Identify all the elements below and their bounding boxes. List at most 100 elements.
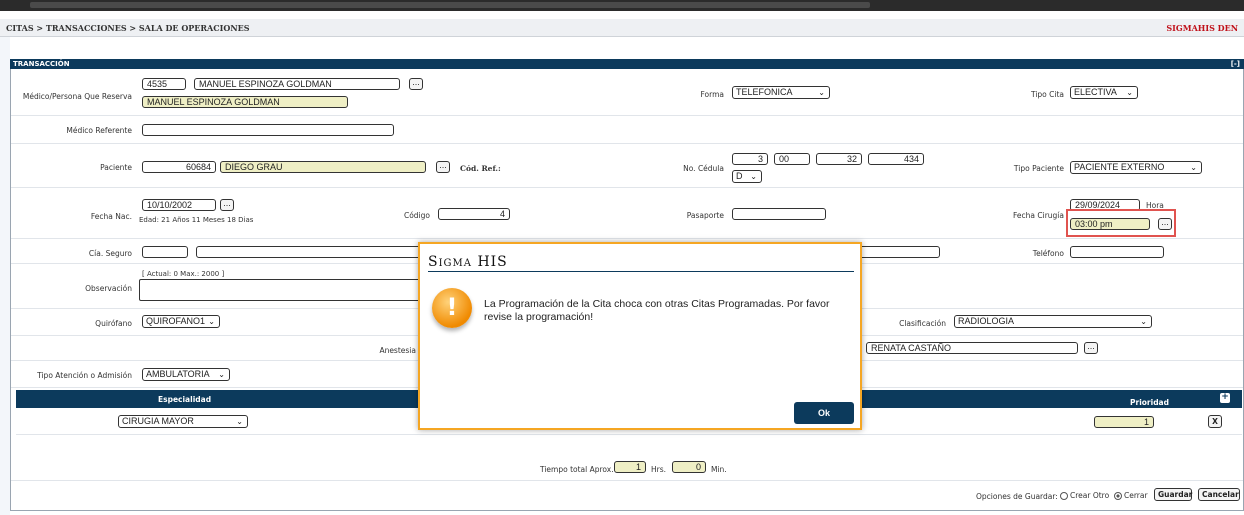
add-row-button[interactable]: + [1220,393,1230,403]
telefono-label: Teléfono [1032,249,1064,258]
medico-label: Médico/Persona Que Reserva [22,92,132,101]
dialog-divider [428,271,854,272]
fecha-nac-input[interactable]: 10/10/2002 [142,199,216,211]
opciones-label: Opciones de Guardar: [976,492,1058,501]
left-gutter [0,37,10,515]
panel-header: TRANSACCIÓN [-] [10,59,1244,69]
cedula-tomo-input[interactable]: 32 [816,153,862,165]
tiempo-label: Tiempo total Aprox. [540,465,614,474]
ok-button[interactable]: Ok [794,402,854,424]
clasificacion-select[interactable]: RADIOLOGIA ⌄ [954,315,1152,328]
hrs-label: Hrs. [651,465,667,474]
codigo-input[interactable]: 4 [438,208,510,220]
pasaporte-label: Pasaporte [686,211,724,220]
panel-title: TRANSACCIÓN [13,60,70,68]
especialidad-value: CIRUGIA MAYOR [122,416,194,426]
tipo-paciente-label: Tipo Paciente [1013,164,1064,173]
medico-name-input[interactable]: MANUEL ESPINOZA GOLDMAN [194,78,400,90]
tipo-atencion-select[interactable]: AMBULATORIA ⌄ [142,368,230,381]
cedula-asiento-input[interactable]: 434 [868,153,924,165]
tipo-paciente-value: PACIENTE EXTERNO [1074,162,1165,172]
fecha-nac-label: Fecha Nac. [90,212,132,221]
chevron-down-icon: ⌄ [818,88,825,97]
tipo-atencion-label: Tipo Atención o Admisión [37,371,132,380]
tipo-cita-select[interactable]: ELECTIVA ⌄ [1070,86,1138,99]
warning-icon: ! [432,288,472,328]
crear-otro-radio[interactable] [1060,492,1068,500]
clasificacion-label: Clasificación [899,319,946,328]
prioridad-input[interactable]: 1 [1094,416,1154,428]
especialidad-select[interactable]: CIRUGIA MAYOR ⌄ [118,415,248,428]
prioridad-header: Prioridad [1130,398,1169,407]
observacion-label: Observación [85,284,132,293]
cedula-type-value: D [736,171,743,181]
seguro-label: Cía. Seguro [88,249,132,258]
paciente-code-input[interactable]: 60684 [142,161,216,173]
tipo-cita-value: ELECTIVA [1074,87,1117,97]
paciente-label: Paciente [100,163,132,172]
referente-label: Médico Referente [66,126,132,135]
referente-input[interactable] [142,124,394,136]
chevron-down-icon: ⌄ [236,417,243,426]
cancelar-button[interactable]: Cancelar [1198,488,1240,501]
chevron-down-icon: ⌄ [218,370,225,379]
codigo-label: Código [403,211,430,220]
breadcrumb: CITAS > TRANSACCIONES > SALA DE OPERACIO… [6,23,250,33]
cedula-type-select[interactable]: D ⌄ [732,170,762,183]
forma-label: Forma [700,90,725,99]
edad-text: Edad: 21 Años 11 Meses 18 Dias [139,216,254,224]
minutos-input[interactable]: 0 [672,461,706,473]
cedula-label: No. Cédula [683,164,724,173]
crear-otro-label: Crear Otro [1070,491,1110,500]
chevron-down-icon: ⌄ [1126,88,1133,97]
calendar-button[interactable]: ... [220,199,234,211]
seguro-code-input[interactable] [142,246,188,258]
medico-code-input[interactable]: 4535 [142,78,186,90]
medico-name-display: MANUEL ESPINOZA GOLDMAN [142,96,348,108]
instrumentista-search-button[interactable]: ... [1084,342,1098,354]
breadcrumb-bar: CITAS > TRANSACCIONES > SALA DE OPERACIO… [0,19,1244,37]
horas-input[interactable]: 1 [614,461,646,473]
observacion-textarea[interactable] [139,279,429,301]
forma-select[interactable]: TELEFONICA ⌄ [732,86,830,99]
clasificacion-value: RADIOLOGIA [958,316,1015,326]
medico-search-button[interactable]: ... [409,78,423,90]
dialog-message: La Programación de la Cita choca con otr… [484,298,830,323]
observacion-counter: [ Actual: 0 Max.: 2000 ] [142,270,225,278]
cedula-province-input[interactable]: 3 [732,153,768,165]
cerrar-label: Cerrar [1124,491,1148,500]
min-label: Min. [711,465,727,474]
fecha-cirugia-label: Fecha Cirugía [1013,211,1064,220]
pasaporte-input[interactable] [732,208,826,220]
blurred-url [30,2,870,8]
crear-otro-option[interactable]: Crear Otro [1058,491,1109,500]
telefono-input[interactable] [1070,246,1164,258]
forma-value: TELEFONICA [736,87,793,97]
chevron-down-icon: ⌄ [1140,317,1147,326]
cedula-letter-input[interactable]: 00 [774,153,810,165]
instrumentista-input[interactable]: RENATA CASTAÑO [866,342,1078,354]
guardar-button[interactable]: Guardar [1154,488,1192,501]
tipo-cita-label: Tipo Cita [1030,90,1064,99]
cerrar-option[interactable]: Cerrar [1112,491,1148,500]
chevron-down-icon: ⌄ [750,172,757,181]
quirofano-label: Quirófano [95,319,132,328]
quirofano-select[interactable]: QUIROFANO1 ⌄ [142,315,220,328]
warning-glyph: ! [446,293,458,321]
tipo-paciente-select[interactable]: PACIENTE EXTERNO ⌄ [1070,161,1202,174]
quirofano-value: QUIROFANO1 [146,316,206,326]
tipo-atencion-value: AMBULATORIA [146,369,210,379]
chevron-down-icon: ⌄ [208,317,215,326]
paciente-name-input[interactable]: DIEGO GRAU [220,161,426,173]
dialog-title: Sigma HIS [428,254,508,270]
cerrar-radio[interactable] [1114,492,1122,500]
highlight-box [1066,209,1176,237]
especialidad-header: Especialidad [158,395,212,404]
anestesia-label: Anestesia [379,346,416,355]
paciente-search-button[interactable]: ... [436,161,450,173]
cod-ref-label: Cód. Ref.: [460,164,501,173]
chevron-down-icon: ⌄ [1190,163,1197,172]
collapse-button[interactable]: [-] [1231,59,1240,69]
remove-row-button[interactable]: X [1208,415,1222,428]
seguro-name-input[interactable] [196,246,426,258]
